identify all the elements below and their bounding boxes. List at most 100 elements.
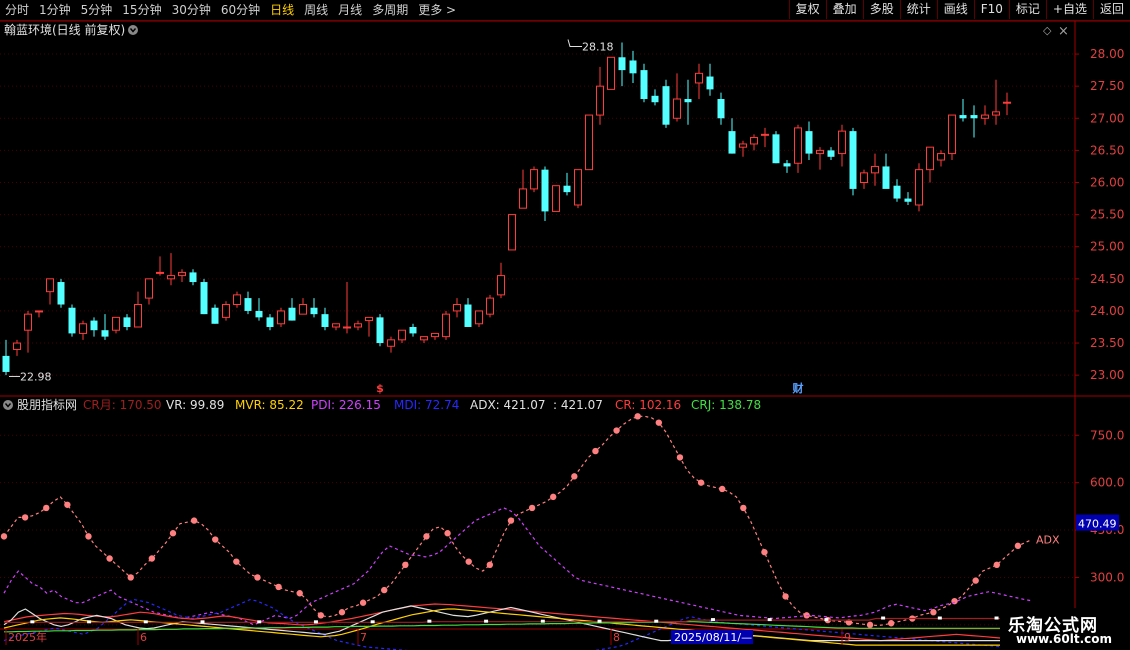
high-price-label: 28.18 — [582, 40, 614, 53]
adx-dot — [338, 609, 346, 616]
candle-body-down — [57, 282, 65, 305]
cr-marker — [824, 618, 829, 622]
candle-body-up — [79, 323, 87, 334]
legend-entry: MVR: 85.22 — [235, 398, 304, 412]
cr-marker — [597, 619, 602, 623]
cr-marker — [484, 619, 489, 623]
price-tick-label: 23.50 — [1090, 336, 1124, 350]
legend-entry: CR: 102.16 — [615, 398, 681, 412]
price-tick-label: 27.00 — [1090, 111, 1124, 125]
title-dropdown-icon — [128, 25, 138, 35]
price-tick-label: 24.50 — [1090, 272, 1124, 286]
adx-dot — [296, 590, 303, 597]
indicator-tick-label: 600.0 — [1090, 476, 1124, 490]
indicator-title: 股朋指标网 — [17, 397, 77, 412]
event-marker: $ — [376, 382, 384, 395]
candle-body-up — [222, 304, 230, 318]
candle-body-down — [376, 317, 384, 344]
candle-body-down — [211, 307, 219, 324]
watermark-url: www.60lt.com — [1016, 632, 1113, 646]
candle-body-down — [409, 326, 417, 334]
cr-marker — [30, 620, 35, 624]
chart-title: 翰蓝环境(日线 前复权) — [4, 22, 125, 37]
candle-body-down — [904, 198, 912, 202]
candle-body-down — [189, 272, 197, 283]
candle-body-down — [288, 307, 296, 321]
indicator-tick-label: 750.0 — [1090, 428, 1124, 442]
candle-body-up — [992, 111, 1000, 116]
candle-body-up — [233, 294, 241, 306]
candle-body-up — [596, 85, 604, 116]
candle-body-up — [24, 313, 32, 331]
adx-dot — [676, 454, 684, 461]
adx-dot — [972, 577, 979, 584]
candle-body-down — [244, 298, 252, 311]
candle-body-down — [563, 185, 571, 193]
cr-marker — [540, 619, 545, 623]
candle-body-down — [310, 307, 318, 315]
close-icon: × — [1058, 24, 1069, 39]
candle-body-up — [156, 271, 164, 274]
candle-body-up — [13, 342, 21, 350]
adx-dot — [655, 419, 663, 426]
candle-body-down — [464, 304, 472, 327]
candle-body-up — [673, 98, 681, 119]
candle-body-down — [255, 310, 263, 318]
candle-body-down — [827, 150, 835, 157]
candle-body-down — [321, 314, 329, 327]
cr-marker — [427, 619, 432, 623]
candle-body-down — [959, 115, 967, 119]
adx-dot — [275, 583, 282, 591]
adx-dot — [866, 621, 874, 629]
adx-dot — [212, 536, 219, 543]
adx-dot — [571, 473, 578, 480]
adx-dot — [254, 574, 261, 581]
cr-marker — [313, 620, 318, 624]
price-tick-label: 27.50 — [1090, 79, 1124, 93]
legend-entry: ADX: 421.07 — [470, 398, 546, 412]
cr-marker — [710, 618, 715, 622]
date-tick-label: 6 — [140, 631, 147, 644]
indicator-dropdown-icon — [3, 400, 13, 410]
candle-body-up — [607, 56, 615, 90]
candle-body-up — [332, 323, 340, 328]
adx-dot — [106, 555, 113, 562]
candle-body-up — [519, 188, 527, 209]
adx-dot — [169, 530, 177, 537]
adx-dot — [486, 561, 494, 569]
candle-body-up — [277, 310, 285, 325]
candle-body-up — [838, 130, 846, 155]
candle-body-up — [420, 336, 428, 341]
adx-dot — [190, 517, 198, 524]
candle-body-up — [585, 114, 593, 171]
legend-entry: VR: 99.89 — [166, 398, 224, 412]
candle-body-up — [145, 278, 153, 299]
candle-body-up — [431, 332, 439, 338]
price-tick-label: 28.00 — [1090, 47, 1124, 61]
adx-dot — [233, 558, 240, 565]
adx-dot — [993, 561, 1000, 569]
adx-dot — [740, 504, 747, 512]
price-tick-label: 26.00 — [1090, 175, 1124, 189]
legend-entry: MDI: 72.74 — [394, 398, 459, 412]
candle-body-up — [167, 275, 175, 280]
candle-body-up — [750, 137, 758, 145]
candle-body-up — [926, 146, 934, 171]
adx-dot — [930, 609, 937, 616]
candle-body-down — [684, 99, 692, 103]
current-value-label: 470.49 — [1078, 518, 1117, 531]
cr-marker — [200, 620, 205, 624]
candle-body-down — [893, 185, 901, 199]
candle-body-up — [35, 310, 43, 313]
candle-body-up — [442, 313, 450, 338]
candle-body-up — [915, 169, 923, 206]
candle-body-down — [882, 166, 890, 189]
candle-body-up — [761, 133, 769, 136]
cr-marker — [87, 620, 92, 624]
legend-entry: PDI: 226.15 — [311, 398, 381, 412]
adx-dot — [359, 599, 367, 606]
adx-dot — [85, 533, 92, 540]
series-line-ADX — [3, 415, 1033, 627]
candle-body-up — [695, 72, 703, 84]
stock-chart[interactable]: 翰蓝环境(日线 前复权) ◇ × 23.00 23.50 24.00 24.50 25.00 2… — [0, 0, 1130, 650]
